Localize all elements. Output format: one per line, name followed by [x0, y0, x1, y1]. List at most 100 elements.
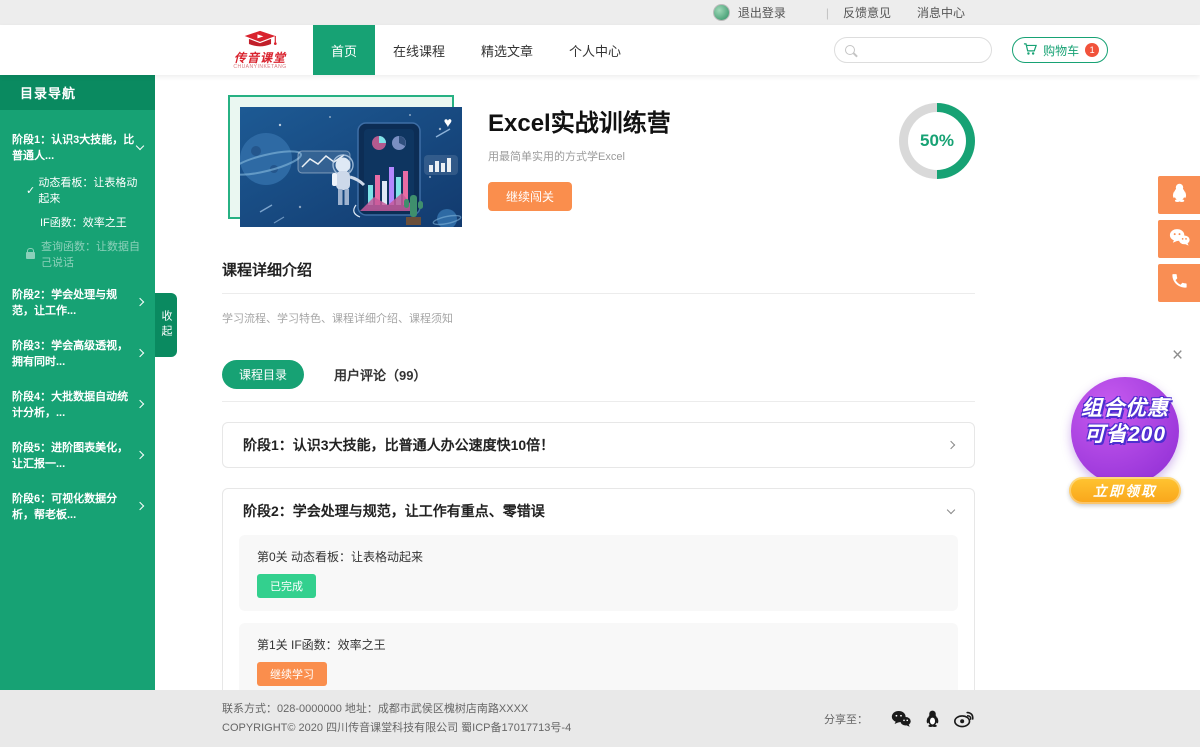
contact-rail [1158, 176, 1200, 308]
sidebar-stage-6[interactable]: 阶段6：可视化数据分析，帮老板... [0, 483, 155, 529]
lesson-status-badge[interactable]: 继续学习 [257, 662, 327, 686]
search-input[interactable] [835, 38, 992, 62]
sidebar-stage-4[interactable]: 阶段4：大批数据自动统计分析，... [0, 381, 155, 427]
qq-contact-button[interactable] [1158, 176, 1200, 214]
logout-link[interactable]: 退出登录 [738, 4, 786, 21]
phone-icon [1170, 271, 1189, 295]
cart-label: 购物车 [1043, 42, 1079, 59]
lesson-status-badge[interactable]: 已完成 [257, 574, 316, 598]
chevron-right-icon [136, 298, 144, 306]
chevron-right-icon [136, 502, 144, 510]
sidebar-lesson-label: 动态看板：让表格动起来 [38, 174, 145, 206]
wechat-icon [1168, 227, 1191, 252]
promo-line2: 可省200 [1068, 422, 1182, 448]
accordion-stage-1-header[interactable]: 阶段1：认识3大技能，比普通人办公速度快10倍！ [223, 423, 974, 467]
chevron-right-icon [136, 349, 144, 357]
share-label: 分享至： [824, 711, 868, 727]
nav-item-profile[interactable]: 个人中心 [551, 25, 639, 75]
detail-tabs: 课程目录 用户评论（99） [222, 360, 975, 402]
tab-comments[interactable]: 用户评论（99） [334, 365, 426, 384]
progress-ring: 50% [899, 103, 975, 179]
lesson-row-0[interactable]: 第0关 动态看板：让表格动起来 已完成 [239, 535, 958, 611]
lesson-title: 第0关 动态看板：让表格动起来 [257, 548, 940, 565]
section-description: 学习流程、学习特色、课程详细介绍、课程须知 [222, 310, 975, 326]
footer-contact: 联系方式：028-0000000 地址：成都市武侯区槐树店南路XXXX [222, 700, 571, 719]
favorite-heart-icon[interactable]: ♥ [444, 115, 452, 129]
sidebar-lesson-locked[interactable]: 查询函数：让数据自己说话 [0, 234, 155, 274]
sidebar-stage-label: 阶段6：可视化数据分析，帮老板... [12, 490, 137, 522]
sidebar-stage-1[interactable]: 阶段1：认识3大技能，比普通人... [0, 124, 155, 170]
nav-item-articles[interactable]: 精选文章 [463, 25, 551, 75]
tab-catalog[interactable]: 课程目录 [222, 360, 304, 389]
course-info: Excel实战训练营 用最简单实用的方式学Excel 继续闯关 [488, 95, 671, 227]
chevron-right-icon [136, 451, 144, 459]
site-logo[interactable]: 传音课堂 CHUANYINKETANG [215, 30, 305, 70]
nav-items: 首页 在线课程 精选文章 个人中心 [313, 25, 639, 75]
sidebar-stage-3[interactable]: 阶段3：学会高级透视，拥有同时... [0, 330, 155, 376]
footer-copyright: COPYRIGHT© 2020 四川传音课堂科技有限公司 蜀ICP备170177… [222, 719, 571, 738]
course-subtitle: 用最简单实用的方式学Excel [488, 148, 671, 164]
search-icon [845, 45, 855, 55]
check-icon: ✓ [26, 184, 38, 197]
sidebar-lesson-label: 查询函数：让数据自己说话 [41, 238, 145, 270]
promo-text[interactable]: 组合优惠 可省200 [1068, 396, 1182, 449]
footer-text: 联系方式：028-0000000 地址：成都市武侯区槐树店南路XXXX COPY… [222, 700, 571, 737]
promo-claim-button[interactable]: 立即领取 [1069, 477, 1181, 504]
feedback-link[interactable]: 反馈意见 [843, 4, 891, 21]
cart-icon [1023, 42, 1038, 59]
chevron-right-icon [947, 441, 955, 449]
promo-widget: 组合优惠 可省200 立即领取 [1068, 374, 1182, 506]
sidebar-collapse-tab[interactable]: 收起 [155, 293, 177, 357]
sidebar-lesson-if[interactable]: IF函数：效率之王 [0, 210, 155, 234]
lesson-row-1[interactable]: 第1关 IF函数：效率之王 继续学习 [239, 623, 958, 699]
qq-icon [1170, 182, 1189, 208]
messages-link[interactable]: 消息中心 [917, 4, 965, 21]
share-bar: 分享至： [824, 709, 975, 728]
qq-share-icon[interactable] [924, 709, 941, 728]
weibo-share-icon[interactable] [953, 709, 975, 728]
logo-title: 传音课堂 [234, 52, 286, 64]
progress-value: 50% [899, 103, 975, 179]
sidebar-stage-label: 阶段4：大批数据自动统计分析，... [12, 388, 137, 420]
lock-icon [26, 252, 35, 259]
course-title: Excel实战训练营 [488, 103, 671, 138]
nav-item-courses[interactable]: 在线课程 [375, 25, 463, 75]
sidebar-stage-5[interactable]: 阶段5：进阶图表美化，让汇报一... [0, 432, 155, 478]
main-content: ♥ Excel实战训练营 用最简单实用的方式学Excel 继续闯关 50% 课程… [155, 75, 1200, 690]
wechat-contact-button[interactable] [1158, 220, 1200, 258]
accordion-stage-1: 阶段1：认识3大技能，比普通人办公速度快10倍！ [222, 422, 975, 468]
sidebar-stage-2[interactable]: 阶段2：学会处理与规范，让工作... [0, 279, 155, 325]
accordion-stage-2-header[interactable]: 阶段2：学会处理与规范，让工作有重点、零错误 [223, 489, 974, 533]
sidebar-lesson-dashboard[interactable]: ✓ 动态看板：让表格动起来 [0, 170, 155, 210]
search-bar: 搜索 [834, 37, 992, 63]
sidebar-stage-label: 阶段2：学会处理与规范，让工作... [12, 286, 137, 318]
cart-count-badge: 1 [1085, 43, 1099, 57]
nav-item-home[interactable]: 首页 [313, 25, 375, 75]
topbar: 退出登录 | 反馈意见 消息中心 [0, 0, 1200, 25]
cart-button[interactable]: 购物车 1 [1012, 37, 1108, 63]
chevron-right-icon [136, 400, 144, 408]
sidebar-list: 阶段1：认识3大技能，比普通人... ✓ 动态看板：让表格动起来 IF函数：效率… [0, 110, 155, 529]
sidebar-stage-label: 阶段3：学会高级透视，拥有同时... [12, 337, 137, 369]
phone-contact-button[interactable] [1158, 264, 1200, 302]
promo-line1: 组合优惠 [1068, 396, 1182, 422]
sidebar-stage-1-label: 阶段1：认识3大技能，比普通人... [12, 131, 137, 163]
user-avatar[interactable] [713, 4, 730, 21]
course-hero: ♥ Excel实战训练营 用最简单实用的方式学Excel 继续闯关 50% [222, 95, 975, 227]
sidebar-title: 目录导航 [0, 75, 155, 110]
chevron-down-icon [947, 505, 955, 513]
catalog-sidebar: 目录导航 阶段1：认识3大技能，比普通人... ✓ 动态看板：让表格动起来 IF… [0, 75, 155, 690]
accordion-stage-1-title: 阶段1：认识3大技能，比普通人办公速度快10倍！ [243, 435, 554, 455]
main-nav: 传音课堂 CHUANYINKETANG 首页 在线课程 精选文章 个人中心 搜索… [0, 25, 1200, 75]
wechat-share-icon[interactable] [890, 709, 912, 728]
footer: 联系方式：028-0000000 地址：成都市武侯区槐树店南路XXXX COPY… [0, 690, 1200, 747]
sidebar-stage-label: 阶段5：进阶图表美化，让汇报一... [12, 439, 137, 471]
continue-button[interactable]: 继续闯关 [488, 182, 572, 211]
accordion-stage-2-title: 阶段2：学会处理与规范，让工作有重点、零错误 [243, 501, 545, 521]
topbar-divider: | [826, 6, 829, 20]
logo-icon [238, 30, 282, 51]
course-cover-image[interactable] [240, 107, 462, 227]
logo-subtitle: CHUANYINKETANG [233, 65, 286, 70]
promo-close-icon[interactable]: × [1172, 346, 1183, 365]
course-image-frame: ♥ [240, 107, 462, 227]
